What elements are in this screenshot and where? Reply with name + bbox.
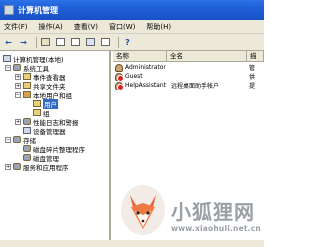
back-icon[interactable]: ← bbox=[3, 37, 14, 48]
folder-icon bbox=[33, 109, 41, 116]
menu-file[interactable]: 文件(F) bbox=[4, 22, 28, 32]
event-viewer-icon bbox=[23, 73, 31, 80]
user-fullname: 远程桌面助手帐户 bbox=[171, 83, 220, 90]
watermark-text: 小狐狸网 bbox=[171, 200, 255, 224]
list-item[interactable]: Administrator 管 bbox=[113, 63, 267, 72]
disabled-user-icon bbox=[115, 81, 124, 91]
user-description: 提 bbox=[249, 83, 256, 90]
user-name: HelpAssistant bbox=[125, 82, 167, 89]
services-icon bbox=[13, 163, 21, 170]
expand-icon[interactable]: + bbox=[15, 73, 21, 80]
menu-action[interactable]: 操作(A) bbox=[39, 22, 63, 32]
disabled-user-icon bbox=[115, 72, 124, 82]
toolbar-separator bbox=[36, 36, 37, 48]
user-name: Administrator bbox=[125, 64, 166, 71]
list-item[interactable]: Guest 供 bbox=[113, 72, 267, 82]
collapse-icon[interactable]: − bbox=[5, 136, 11, 143]
column-header-name[interactable]: 名称 bbox=[113, 51, 167, 61]
collapse-icon[interactable]: − bbox=[15, 91, 21, 98]
performance-icon bbox=[23, 118, 31, 125]
list-header: 名称 全名 描 bbox=[113, 51, 264, 62]
expand-icon[interactable]: + bbox=[15, 82, 21, 89]
column-header-fullname[interactable]: 全名 bbox=[167, 51, 247, 61]
expand-icon[interactable]: + bbox=[5, 163, 11, 170]
tree-label: 设备管理器 bbox=[33, 127, 66, 136]
tree-label: 服务和应用程序 bbox=[23, 163, 69, 172]
export-icon[interactable] bbox=[100, 37, 111, 48]
storage-icon bbox=[13, 136, 21, 143]
menu-view[interactable]: 查看(V) bbox=[74, 22, 98, 32]
console-tree: 计算机管理(本地) − 系统工具 + 事件查看器 + 共享文件夹 − 本地用户和… bbox=[0, 51, 111, 247]
tree-item-services-apps[interactable]: + 服务和应用程序 bbox=[5, 162, 69, 172]
collapse-icon[interactable]: − bbox=[5, 64, 11, 71]
fox-logo-icon bbox=[121, 185, 165, 235]
list-item[interactable]: HelpAssistant 远程桌面助手帐户 提 bbox=[113, 81, 267, 91]
up-icon[interactable] bbox=[40, 37, 51, 48]
properties-icon[interactable] bbox=[70, 37, 81, 48]
computer-management-icon bbox=[4, 5, 14, 15]
menu-window[interactable]: 窗口(W) bbox=[109, 22, 135, 32]
watermark-url: www.xiaohuli.net.cn bbox=[171, 224, 261, 233]
computer-icon bbox=[3, 55, 11, 62]
toolbar: ← → ? bbox=[0, 34, 264, 51]
title-bar[interactable]: 计算机管理 bbox=[0, 0, 264, 20]
forward-icon[interactable]: → bbox=[18, 37, 29, 48]
disk-defrag-icon bbox=[23, 145, 31, 152]
folder-icon bbox=[23, 82, 31, 89]
help-icon[interactable]: ? bbox=[122, 37, 133, 48]
expand-icon[interactable]: + bbox=[15, 118, 21, 125]
tree-item-storage[interactable]: − 存储 bbox=[5, 135, 36, 145]
menu-bar: 文件(F) 操作(A) 查看(V) 窗口(W) 帮助(H) bbox=[0, 20, 264, 34]
watermark: 小狐狸网 www.xiaohuli.net.cn bbox=[121, 185, 264, 247]
show-tree-icon[interactable] bbox=[55, 37, 66, 48]
user-icon bbox=[115, 63, 123, 72]
column-header-description[interactable]: 描 bbox=[247, 51, 264, 61]
user-name: Guest bbox=[125, 73, 143, 80]
system-tools-icon bbox=[13, 64, 21, 71]
user-description: 管 bbox=[249, 65, 256, 72]
device-manager-icon bbox=[23, 127, 31, 134]
user-description: 供 bbox=[249, 74, 256, 81]
folder-icon bbox=[33, 100, 41, 107]
window-title: 计算机管理 bbox=[18, 5, 58, 15]
refresh-icon[interactable] bbox=[85, 37, 96, 48]
disk-management-icon bbox=[23, 154, 31, 161]
menu-help[interactable]: 帮助(H) bbox=[146, 22, 171, 32]
users-icon bbox=[23, 91, 31, 98]
toolbar-separator bbox=[118, 36, 119, 48]
